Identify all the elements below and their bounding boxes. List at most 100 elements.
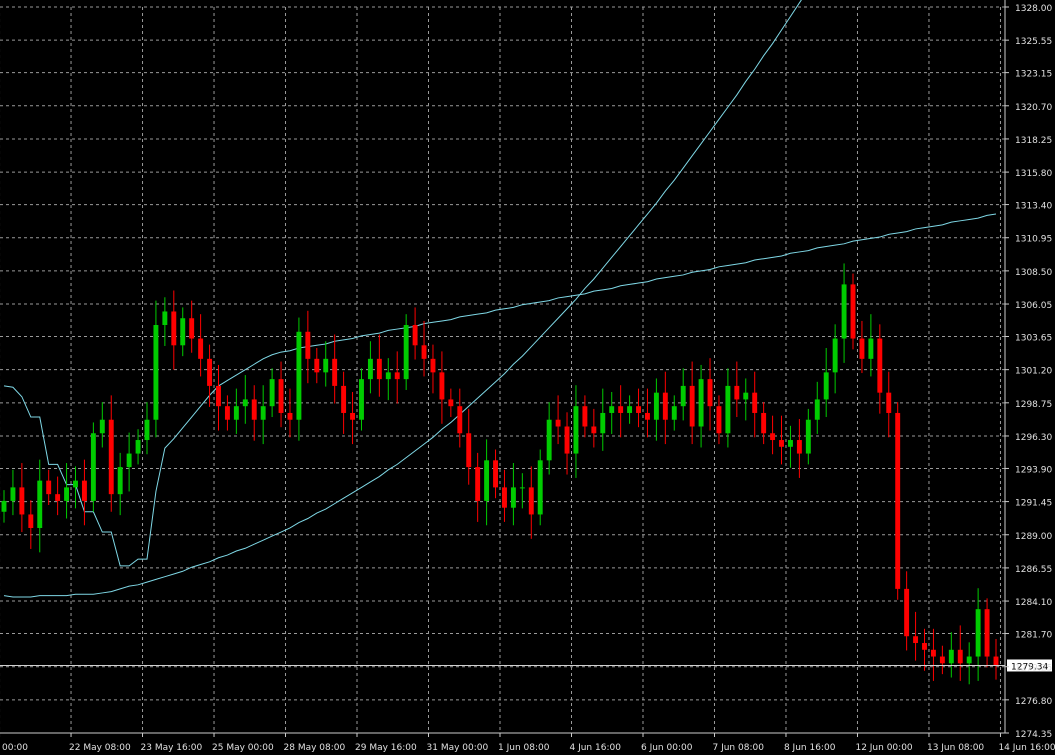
candle-body <box>698 379 704 427</box>
price-tick-label: 1320.70 <box>1015 103 1052 113</box>
candle-body <box>618 406 624 413</box>
price-tick-label: 1301.20 <box>1015 367 1052 377</box>
candle-body <box>73 480 78 488</box>
candle-body <box>323 358 329 373</box>
price-tick-label: 1279.25 <box>1015 664 1052 674</box>
candle-body <box>689 385 695 427</box>
candle-body <box>591 426 597 434</box>
time-tick-label: 13 Jun 08:00 <box>927 743 984 753</box>
candle-body <box>823 372 829 400</box>
candle-body <box>251 399 257 420</box>
price-tick-label: 1296.30 <box>1015 433 1052 443</box>
candle-body <box>546 419 552 461</box>
price-tick-label: 1318.25 <box>1015 136 1052 146</box>
candle-body <box>207 358 213 386</box>
candle-body <box>913 636 919 644</box>
candle-body <box>359 379 364 420</box>
price-tick-label: 1313.40 <box>1015 202 1052 212</box>
candle-body <box>475 467 481 501</box>
time-tick-label: 8 Jun 16:00 <box>784 743 836 753</box>
candle-body <box>162 311 168 326</box>
price-tick-label: 1308.50 <box>1015 268 1052 278</box>
time-tick-label: 4 Jun 16:00 <box>569 743 621 753</box>
price-chart: 1279.34 1328.001325.551323.151320.701318… <box>0 0 1055 755</box>
candle-body <box>216 385 221 407</box>
price-tick-label: 1325.55 <box>1015 37 1052 47</box>
candle-body <box>242 399 248 407</box>
candle-body <box>939 656 945 664</box>
candle-body <box>850 284 856 339</box>
candle-body <box>376 358 382 380</box>
candle-body <box>296 331 302 420</box>
time-tick-label: 00:00 <box>2 743 28 753</box>
candle-body <box>752 392 758 413</box>
candle-body <box>28 514 34 528</box>
candle-body <box>403 325 409 380</box>
price-tick-label: 1298.75 <box>1015 400 1052 410</box>
candle-body <box>600 412 606 434</box>
candle-body <box>528 487 534 515</box>
price-tick-label: 1291.45 <box>1015 499 1052 509</box>
candle-body <box>421 345 427 359</box>
candle-body <box>385 372 391 380</box>
candle-body <box>367 358 373 380</box>
candle-body <box>734 385 740 400</box>
price-tick-label: 1328.00 <box>1015 4 1052 14</box>
candle-body <box>796 440 802 454</box>
candle-body <box>224 406 230 420</box>
candle-body <box>537 460 543 515</box>
candle-body <box>260 406 266 420</box>
candle-body <box>233 406 239 420</box>
price-tick-label: 1286.55 <box>1015 565 1052 575</box>
price-tick-label: 1315.80 <box>1015 169 1052 179</box>
candle-body <box>305 331 311 359</box>
candle-body <box>877 338 883 393</box>
candle-body <box>555 419 561 427</box>
time-tick-label: 22 May 08:00 <box>69 743 131 753</box>
candle-body <box>680 385 686 407</box>
candle-body <box>180 318 186 346</box>
candle-body <box>198 338 204 359</box>
candle-body <box>350 412 355 420</box>
candle-body <box>484 460 490 501</box>
candle-body <box>55 494 61 501</box>
time-tick-label: 7 Jun 08:00 <box>712 743 764 753</box>
candle-body <box>19 487 25 515</box>
candle-body <box>841 284 847 339</box>
candle-body <box>341 385 347 413</box>
candle-body <box>645 412 650 420</box>
candle-body <box>948 649 954 664</box>
time-tick-label: 14 Jun 16:00 <box>998 743 1055 753</box>
candle-body <box>779 440 784 447</box>
candle-body <box>153 325 159 420</box>
price-tick-label: 1276.80 <box>1015 697 1052 707</box>
candle-body <box>671 406 677 420</box>
time-tick-label: 1 Jun 08:00 <box>498 743 550 753</box>
candle-body <box>46 480 52 495</box>
candle-body <box>859 338 865 359</box>
candle-body <box>1 500 7 512</box>
candle-body <box>814 399 820 420</box>
candle-body <box>278 379 284 413</box>
candle-body <box>716 406 722 434</box>
candle-body <box>412 325 418 346</box>
candle-body <box>171 311 177 346</box>
candle-body <box>787 440 793 447</box>
candle-body <box>135 440 141 454</box>
candle-body <box>126 453 132 468</box>
candle-body <box>886 392 892 413</box>
candle-body <box>493 460 498 488</box>
candle-body <box>922 643 927 650</box>
candle-body <box>770 433 776 441</box>
candle-body <box>144 419 150 441</box>
price-tick-label: 1281.70 <box>1015 631 1052 641</box>
candle-body <box>662 392 668 420</box>
candle-body <box>430 358 436 373</box>
price-tick-label: 1274.35 <box>1015 730 1052 740</box>
candle-body <box>868 338 874 359</box>
candle-body <box>743 392 749 400</box>
candle-body <box>975 609 981 657</box>
candle-body <box>189 318 195 339</box>
candle-body <box>993 656 999 666</box>
time-tick-label: 25 May 00:00 <box>212 743 274 753</box>
